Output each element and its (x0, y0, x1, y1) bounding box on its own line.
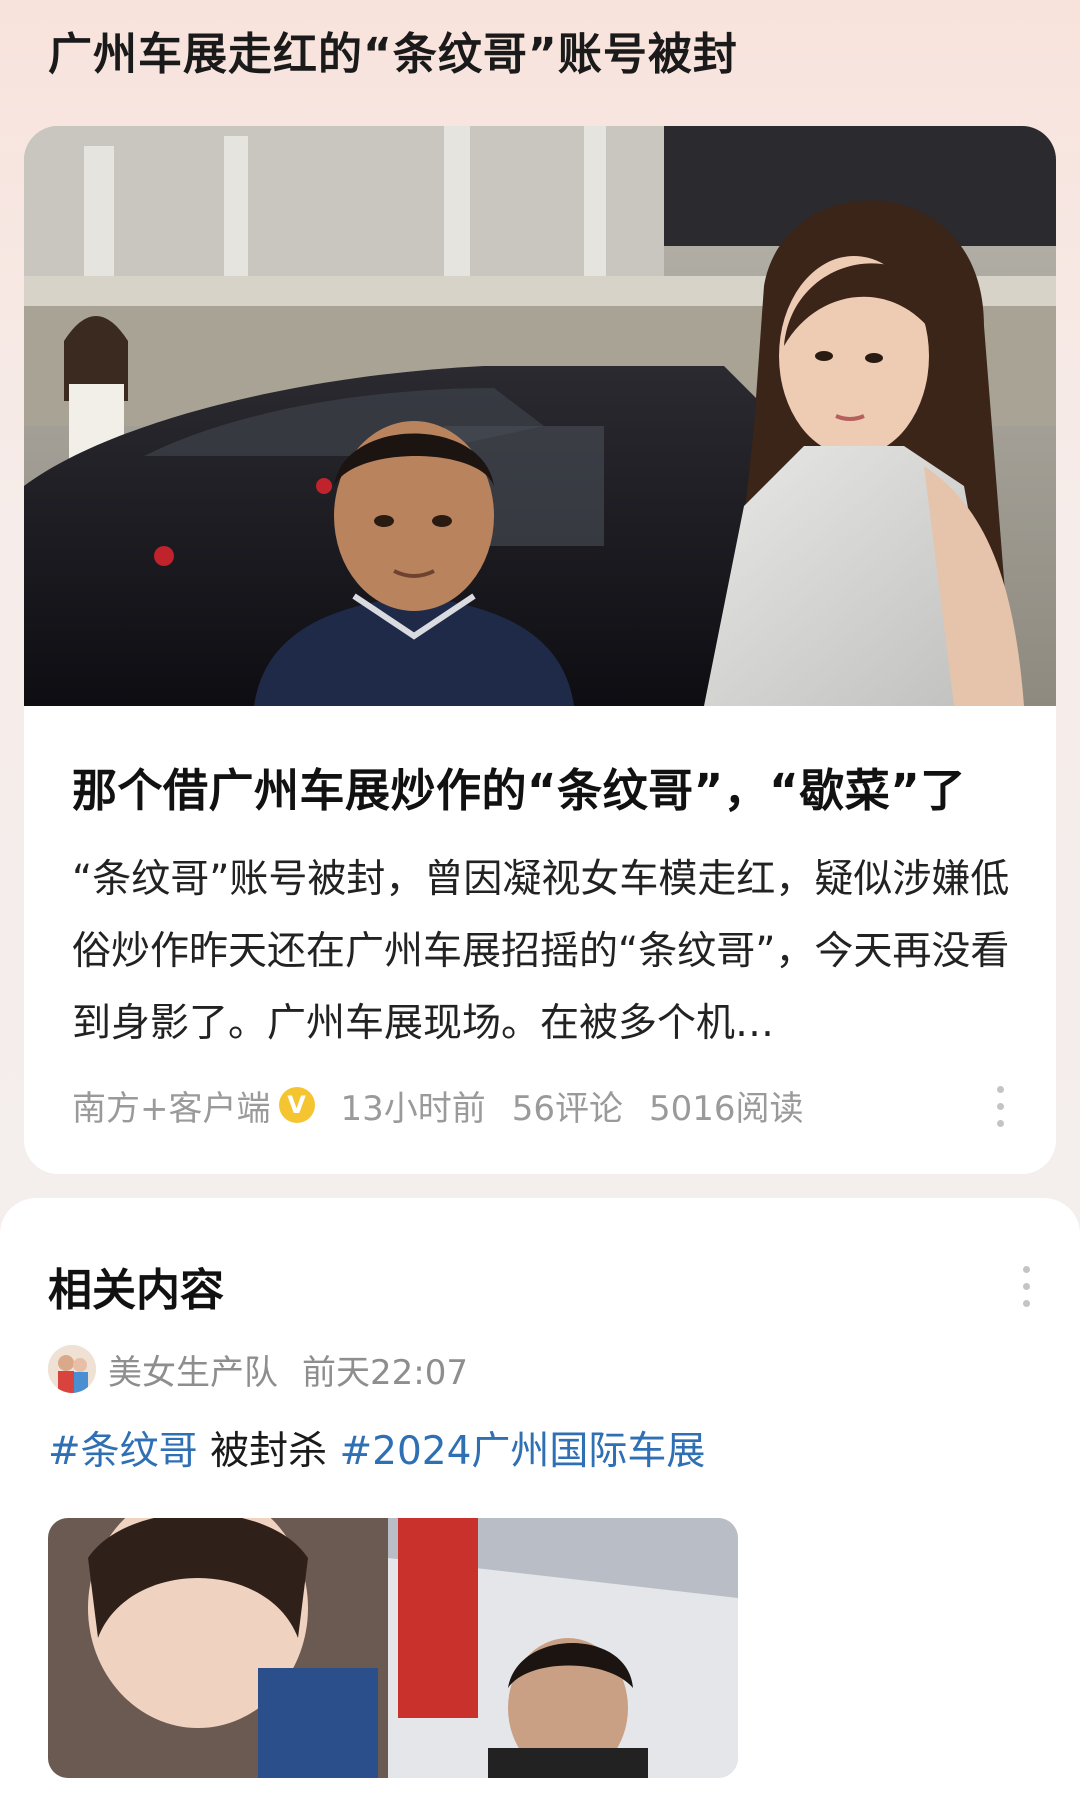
page-title: 广州车展走红的“条纹哥”账号被封 (48, 29, 738, 80)
related-post-text[interactable]: #条纹哥 被封杀 #2024广州国际车展 (48, 1420, 705, 1476)
avatar[interactable] (48, 1345, 96, 1393)
related-author-row[interactable]: 美女生产队 前天22:07 (48, 1342, 468, 1396)
news-source[interactable]: 南方+客户端 (72, 1081, 271, 1130)
related-thumbnail-illustration (48, 1518, 738, 1778)
related-more-icon[interactable] (1016, 1266, 1036, 1307)
related-time: 前天22:07 (302, 1352, 468, 1393)
related-author[interactable]: 美女生产队 (108, 1345, 278, 1394)
related-thumbnail[interactable] (48, 1518, 738, 1778)
more-vertical-icon[interactable] (990, 1086, 1010, 1127)
news-time: 13小时前 (340, 1088, 486, 1129)
post-text-body: 被封杀 (197, 1429, 340, 1474)
verified-badge-icon: V (278, 1087, 315, 1123)
news-photo[interactable] (24, 126, 1056, 706)
related-title: 相关内容 (48, 1265, 224, 1316)
news-headline[interactable]: 那个借广州车展炒作的“条纹哥”，“歇菜”了 (72, 754, 966, 819)
avatar-image (48, 1345, 96, 1393)
news-read-count: 5016阅读 (649, 1088, 804, 1129)
hashtag-link[interactable]: #条纹哥 (48, 1429, 198, 1474)
news-card[interactable]: 那个借广州车展炒作的“条纹哥”，“歇菜”了 “条纹哥”账号被封，曾因凝视女车模走… (24, 126, 1056, 1174)
news-summary[interactable]: “条纹哥”账号被封，曾因凝视女车模走红，疑似涉嫌低俗炒作昨天还在广州车展招摇的“… (72, 844, 1032, 1060)
hashtag-link[interactable]: #2024广州国际车展 (339, 1429, 705, 1474)
news-photo-illustration (24, 126, 1056, 706)
related-section: 相关内容 美女生产队 前天22:07 #条纹哥 被封杀 #2024广州国际车展 (0, 1198, 1080, 1798)
news-comments-count: 56评论 (511, 1088, 624, 1129)
news-meta: 南方+客户端 V 13小时前 56评论 5016阅读 (72, 1080, 804, 1130)
